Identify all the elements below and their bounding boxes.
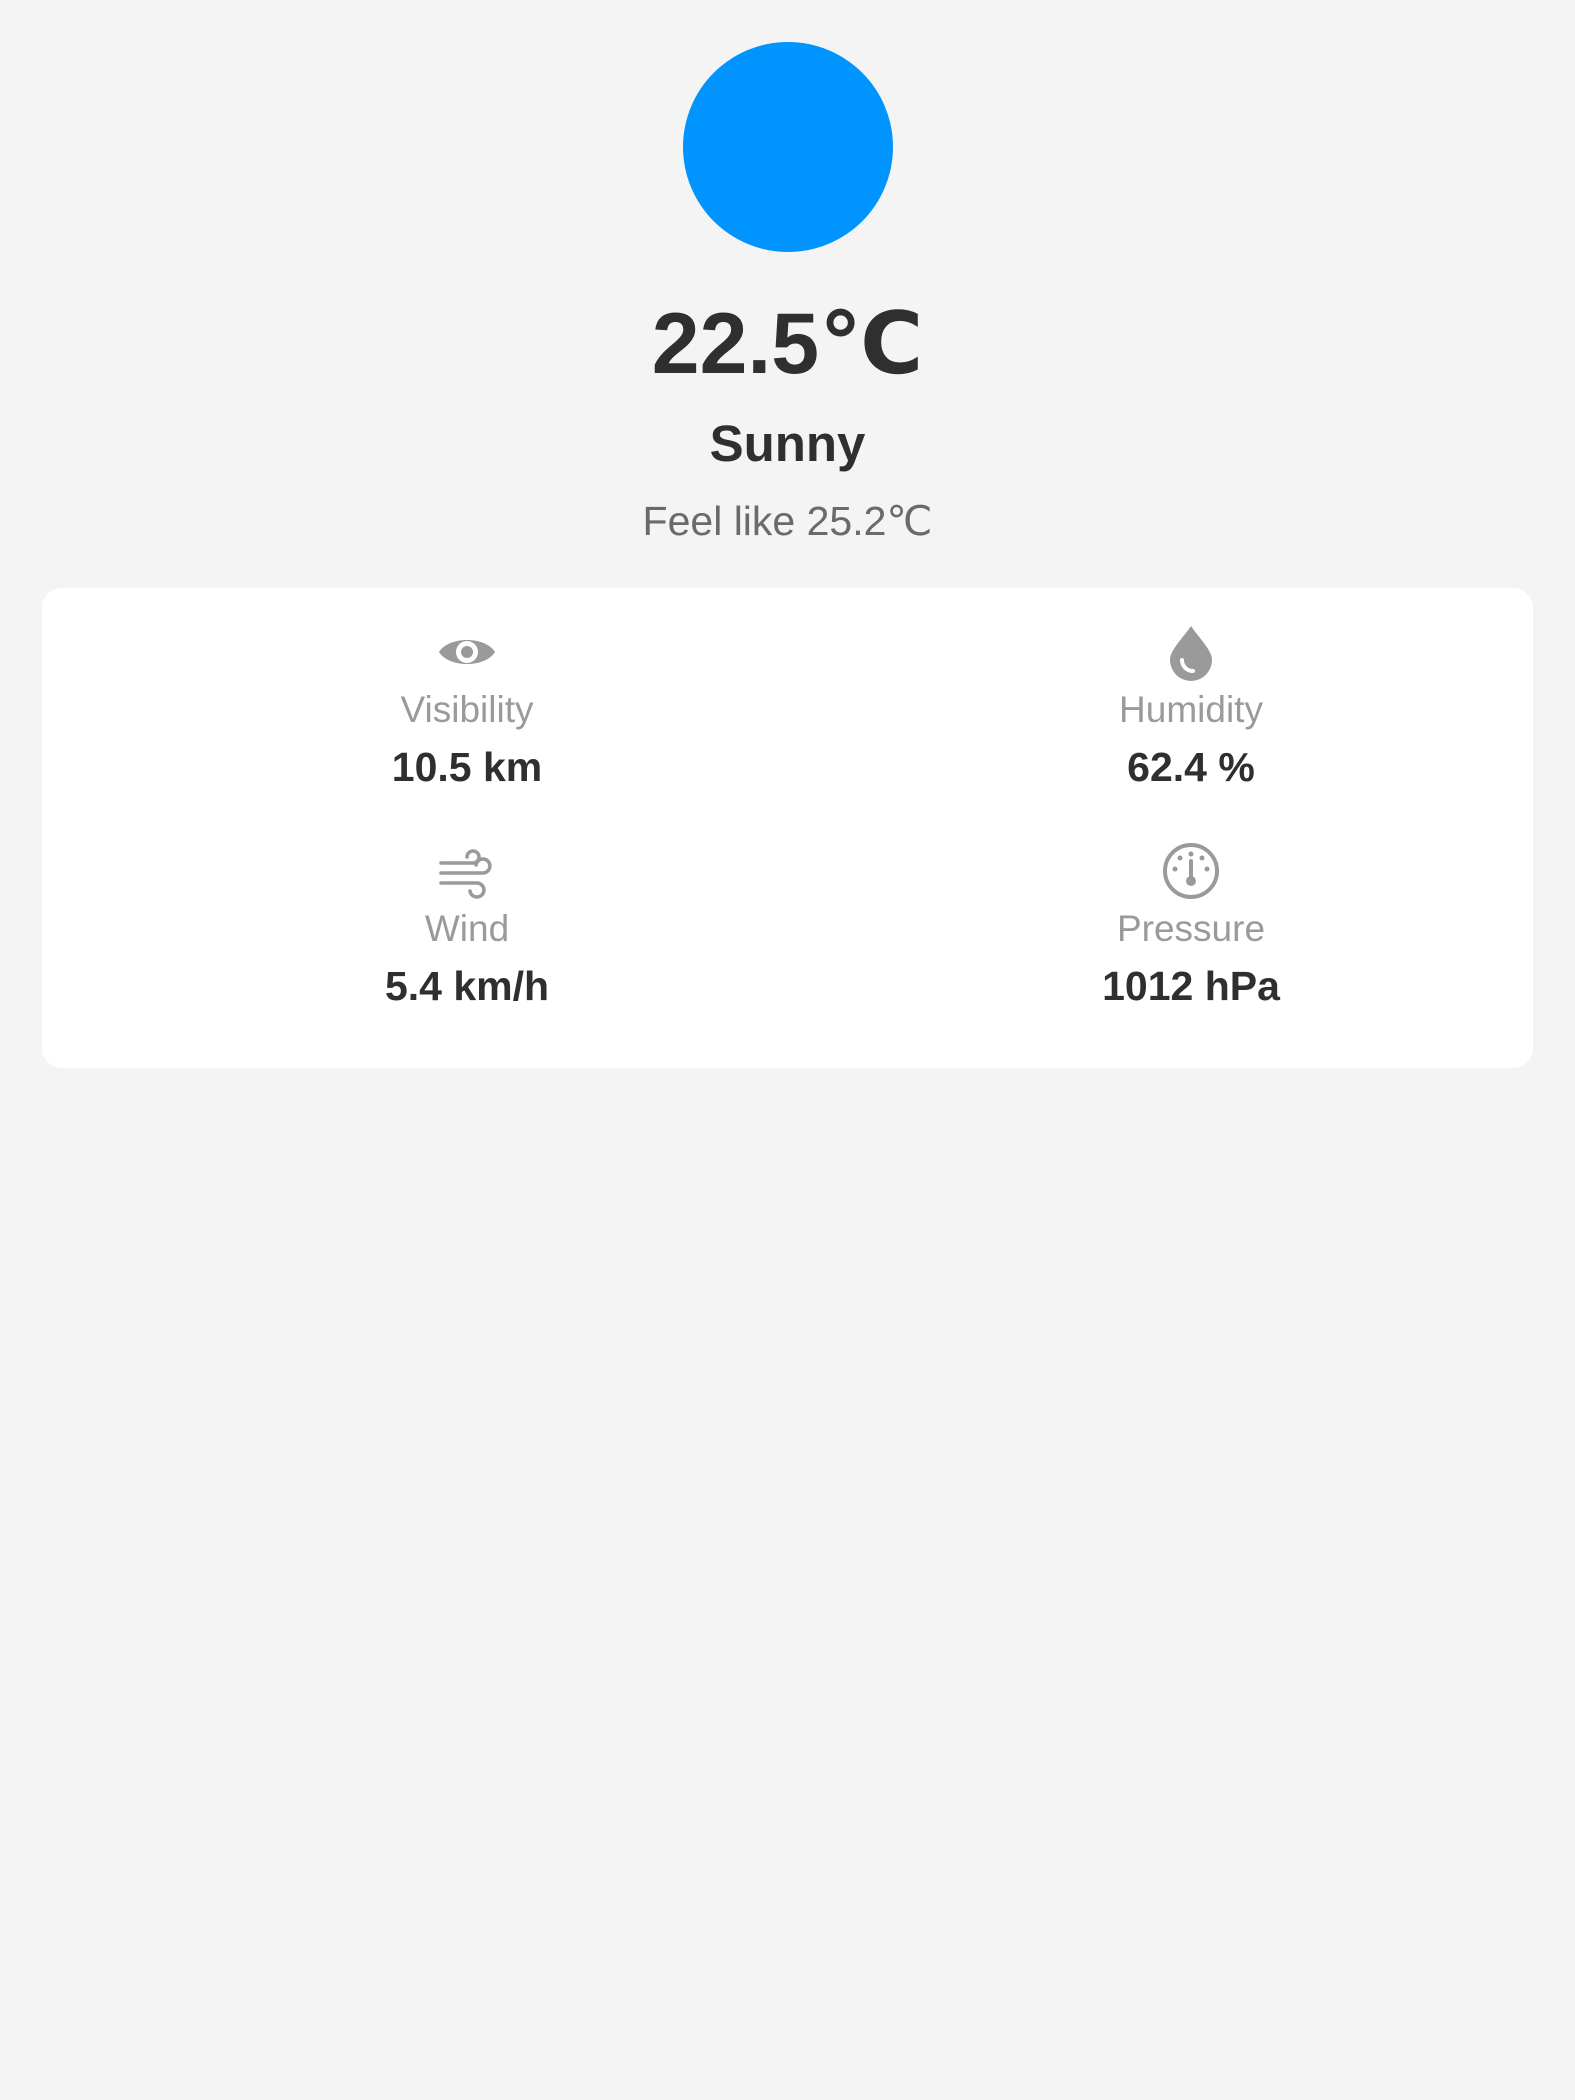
temperature: 22.5℃ [651,296,924,392]
wind-label: Wind [424,908,510,949]
gauge-icon [1163,843,1219,899]
wind-stat: Wind 5.4 km/h [217,841,717,1011]
feels-like: Feel like 25.2℃ [642,498,933,544]
visibility-value: 10.5 km [391,744,543,790]
visibility-label: Visibility [400,689,534,730]
eye-icon [439,640,495,664]
pressure-value: 1012 hPa [1102,963,1280,1009]
weather-details-card: Visibility 10.5 km Humidity 62.4 % Wind … [42,588,1533,1068]
water-drop-icon [1170,626,1212,681]
pressure-stat: Pressure 1012 hPa [941,841,1441,1011]
wind-value: 5.4 km/h [384,963,550,1009]
wind-icon [439,849,492,899]
visibility-stat: Visibility 10.5 km [217,622,717,792]
weather-condition: Sunny [709,415,866,472]
pressure-label: Pressure [1116,908,1266,949]
humidity-label: Humidity [1119,689,1263,730]
humidity-value: 62.4 % [1127,744,1255,790]
sun-icon [683,42,893,252]
humidity-stat: Humidity 62.4 % [941,622,1441,792]
